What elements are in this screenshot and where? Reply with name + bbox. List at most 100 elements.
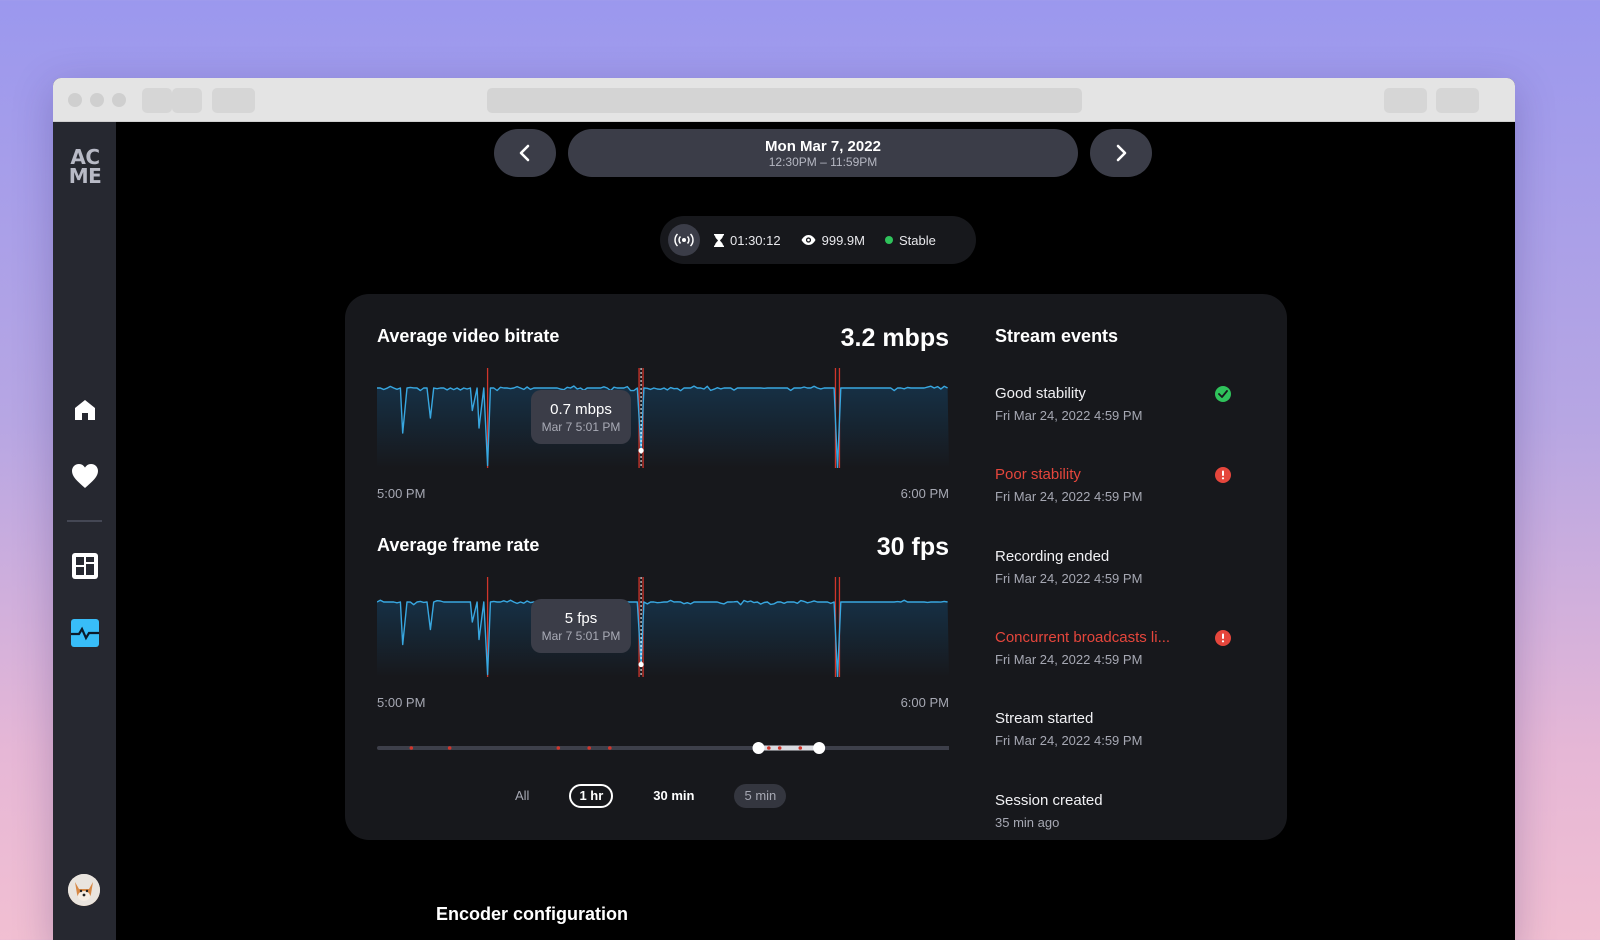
broadcast-icon (674, 233, 694, 247)
acme-logo[interactable]: AC ME (67, 147, 103, 186)
bitrate-x-end-label: 6:00 PM (900, 486, 949, 501)
timeline-event-marker (608, 746, 612, 750)
timeline-event-marker (556, 746, 561, 750)
stream-event-item[interactable]: Stream started Fri Mar 24, 2022 4:59 PM (995, 709, 1245, 759)
timeline-event-marker (409, 746, 414, 750)
timeline-event-marker (587, 746, 592, 750)
event-date: Fri Mar 24, 2022 4:59 PM (995, 408, 1143, 423)
event-date: Fri Mar 24, 2022 4:59 PM (995, 570, 1143, 586)
home-icon (75, 400, 95, 420)
stream-event-item[interactable]: Session created 35 min ago (995, 791, 1245, 841)
dashboard-icon (72, 553, 98, 579)
bitrate-current-value: 3.2 mbps (840, 324, 949, 352)
event-title: Stream started (995, 710, 1094, 728)
dog-avatar-icon (68, 874, 100, 906)
event-date: 35 min ago (995, 814, 1060, 830)
check-circle-icon (1215, 386, 1231, 402)
stream-event-item[interactable]: Recording ended Fri Mar 24, 2022 4:59 PM (995, 547, 1245, 597)
bitrate-chart[interactable] (377, 368, 949, 468)
bitrate-tooltip: 0.7 mbps Mar 7 5:01 PM (531, 390, 631, 444)
framerate-chart[interactable] (377, 577, 949, 677)
stream-events-title: Stream events (995, 326, 1119, 346)
selected-time-range: 12:30PM – 11:59PM (768, 154, 878, 169)
viewers-stat: 999.9M (801, 233, 865, 248)
series-area (377, 386, 949, 468)
event-date: Fri Mar 24, 2022 4:59 PM (995, 651, 1143, 667)
browser-forward-button[interactable] (172, 88, 202, 113)
timeline-scrubber[interactable] (377, 740, 949, 756)
maximize-window-button[interactable] (112, 93, 126, 107)
timeline-event-marker (767, 746, 771, 750)
browser-window: AC ME Mon Mar 7, 2022 12:30PM – 11:59PM … (53, 78, 1515, 940)
timeline-end-handle[interactable] (813, 742, 826, 754)
viewer-count: 999.9M (821, 232, 865, 248)
stream-event-item[interactable]: Concurrent broadcasts li... Fri Mar 24, 2… (995, 628, 1245, 678)
range-all-button[interactable]: All (505, 784, 539, 808)
user-avatar[interactable] (68, 874, 100, 906)
event-title: Good stability (995, 385, 1086, 402)
eye-icon (801, 235, 816, 245)
timeline-start-handle[interactable] (752, 742, 765, 754)
framerate-tooltip-value: 5 fps (564, 609, 598, 627)
bitrate-chart-title: Average video bitrate (377, 326, 560, 346)
date-navigator: Mon Mar 7, 2022 12:30PM – 11:59PM (494, 129, 1152, 177)
event-title: Recording ended (995, 547, 1110, 565)
heart-icon (72, 464, 98, 488)
minimize-window-button[interactable] (90, 93, 104, 107)
timeline-event-marker (798, 746, 803, 750)
highlight-point[interactable] (638, 447, 644, 454)
stream-status-bar: 01:30:12 999.9M Stable (660, 216, 976, 264)
selected-date: Mon Mar 7, 2022 (765, 137, 881, 155)
sidebar: AC ME (53, 122, 116, 940)
framerate-current-value: 30 fps (876, 533, 949, 561)
framerate-x-end-label: 6:00 PM (900, 695, 949, 710)
close-window-button[interactable] (68, 93, 82, 107)
framerate-x-start-label: 5:00 PM (377, 695, 426, 710)
live-broadcast-button[interactable] (668, 224, 700, 256)
framerate-tooltip: 5 fps Mar 7 5:01 PM (531, 599, 631, 653)
sidebar-item-favorites[interactable] (71, 462, 99, 490)
alert-circle-icon (1215, 629, 1231, 646)
activity-icon (71, 619, 99, 647)
timeline-event-marker (447, 746, 452, 750)
stream-event-item[interactable]: Poor stability Fri Mar 24, 2022 4:59 PM (995, 465, 1245, 515)
sidebar-item-dashboard[interactable] (71, 552, 99, 580)
stream-event-item[interactable]: Good stability Fri Mar 24, 2022 4:59 PM (995, 384, 1245, 434)
chevron-right-icon (1116, 144, 1127, 162)
highlight-point[interactable] (638, 661, 644, 668)
bitrate-tooltip-value: 0.7 mbps (550, 400, 612, 418)
hourglass-icon (714, 233, 724, 247)
range-30min-button[interactable]: 30 min (643, 784, 704, 808)
event-date: Fri Mar 24, 2022 4:59 PM (995, 489, 1143, 505)
next-day-button[interactable] (1090, 129, 1152, 177)
framerate-tooltip-date: Mar 7 5:01 PM (541, 628, 621, 643)
encoder-configuration-title: Encoder configuration (436, 904, 629, 924)
range-5min-button[interactable]: 5 min (734, 784, 787, 808)
main-content: Mon Mar 7, 2022 12:30PM – 11:59PM 01:30:… (116, 122, 1515, 940)
browser-sidebar-button[interactable] (212, 88, 255, 113)
timeline-event-marker (777, 746, 782, 750)
stability-indicator-dot (884, 236, 893, 244)
time-range-selector: All 1 hr 30 min 5 min (505, 782, 816, 810)
framerate-chart-title: Average frame rate (377, 535, 540, 555)
event-date: Fri Mar 24, 2022 4:59 PM (995, 733, 1143, 749)
browser-share-button[interactable] (1384, 88, 1427, 113)
sidebar-item-monitoring[interactable] (71, 619, 99, 647)
stability-stat: Stable (884, 232, 936, 248)
event-title: Session created (995, 791, 1103, 809)
date-picker[interactable]: Mon Mar 7, 2022 12:30PM – 11:59PM (568, 129, 1078, 177)
previous-day-button[interactable] (494, 129, 556, 177)
sidebar-divider (67, 520, 102, 522)
series-area (377, 600, 949, 677)
stream-health-card: Average video bitrate 3.2 mbps 0.7 mbps … (345, 294, 1287, 840)
chevron-left-icon (519, 144, 530, 162)
browser-back-button[interactable] (142, 88, 172, 113)
duration-stat: 01:30:12 (714, 233, 781, 248)
browser-tabs-button[interactable] (1436, 88, 1479, 113)
range-1hr-button[interactable]: 1 hr (569, 784, 614, 808)
sidebar-item-home[interactable] (71, 396, 99, 424)
alert-circle-icon (1215, 467, 1231, 484)
stability-label: Stable (898, 232, 936, 248)
address-bar[interactable] (487, 88, 1082, 113)
event-title: Concurrent broadcasts li... (995, 628, 1171, 646)
